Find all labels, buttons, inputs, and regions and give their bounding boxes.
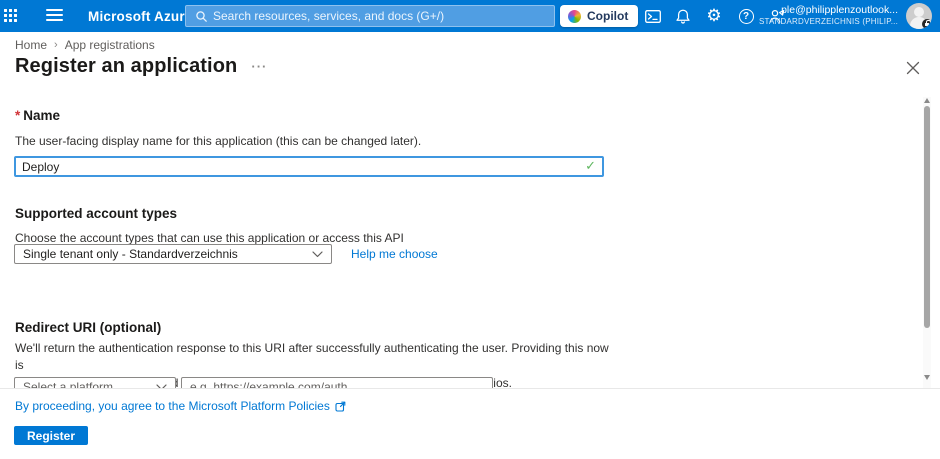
platform-select[interactable]: Select a platform [14, 377, 176, 388]
help-button[interactable]: ? [731, 0, 761, 32]
platform-policies-link[interactable]: By proceeding, you agree to the Microsof… [15, 399, 346, 413]
cloud-shell-icon [645, 9, 661, 23]
close-icon[interactable] [906, 61, 920, 75]
cloud-shell-button[interactable] [638, 0, 668, 32]
gear-icon: ⚙ [706, 5, 722, 26]
avatar[interactable] [906, 3, 932, 29]
account-types-select[interactable]: Single tenant only - Standardverzeichnis [14, 244, 332, 264]
microsoft-azure-logo[interactable]: Microsoft Azure [88, 0, 193, 32]
breadcrumb-separator: › [54, 39, 58, 51]
page-title: Register an application [15, 55, 238, 77]
copilot-button[interactable]: Copilot [560, 5, 639, 27]
platform-select-placeholder: Select a platform [23, 380, 114, 388]
valid-check-icon: ✓ [585, 159, 596, 174]
bell-icon [676, 9, 690, 24]
copilot-icon [568, 9, 581, 23]
scrollbar-down-arrow[interactable] [924, 375, 930, 380]
redirect-uri-input[interactable] [181, 377, 493, 388]
account-types-selected-value: Single tenant only - Standardverzeichnis [23, 247, 238, 261]
title-bar: Register an application ··· [15, 55, 267, 78]
policy-text: By proceeding, you agree to the Microsof… [15, 399, 330, 413]
name-section-description: The user-facing display name for this ap… [15, 134, 422, 148]
app-launcher-icon[interactable] [4, 9, 34, 22]
scrollbar-up-arrow[interactable] [924, 98, 930, 103]
footer-divider [0, 388, 940, 389]
breadcrumb: Home › App registrations [15, 38, 155, 52]
account-types-section-label: Supported account types [15, 206, 178, 221]
scrollbar-thumb[interactable] [924, 106, 930, 328]
more-options-icon[interactable]: ··· [251, 59, 267, 74]
account-email: ple@philipplenzoutlook... [781, 4, 898, 16]
name-input-container: ✓ [14, 156, 604, 177]
account-menu[interactable]: ple@philipplenzoutlook... STANDARDVERZEI… [759, 4, 898, 27]
lock-badge-icon [922, 19, 932, 29]
redirect-uri-section-label: Redirect URI (optional) [15, 320, 162, 335]
name-section-label: * Name [15, 108, 61, 123]
global-search[interactable] [185, 5, 555, 27]
account-directory: STANDARDVERZEICHNIS (PHILIP... [758, 17, 898, 27]
notifications-button[interactable] [668, 0, 698, 32]
chevron-down-icon [312, 250, 323, 257]
register-button[interactable]: Register [14, 426, 89, 445]
breadcrumb-app-registrations[interactable]: App registrations [65, 38, 155, 52]
breadcrumb-home[interactable]: Home [15, 38, 47, 52]
help-icon: ? [738, 8, 754, 24]
search-icon [196, 10, 207, 22]
top-navigation-bar: Microsoft Azure Copilot [0, 0, 940, 32]
name-input[interactable] [16, 159, 586, 174]
required-marker: * [15, 108, 21, 123]
settings-button[interactable]: ⚙ [699, 0, 729, 32]
hamburger-menu-icon[interactable] [46, 9, 72, 24]
avatar-person-icon [914, 7, 924, 17]
copilot-label: Copilot [587, 9, 629, 23]
search-input[interactable] [213, 9, 548, 23]
form-scroll-area: * Name The user-facing display name for t… [0, 100, 922, 388]
azure-portal-window: Microsoft Azure Copilot [0, 0, 940, 459]
external-link-icon [335, 401, 346, 412]
help-me-choose-link[interactable]: Help me choose [351, 247, 438, 261]
vertical-scrollbar[interactable] [923, 97, 931, 388]
